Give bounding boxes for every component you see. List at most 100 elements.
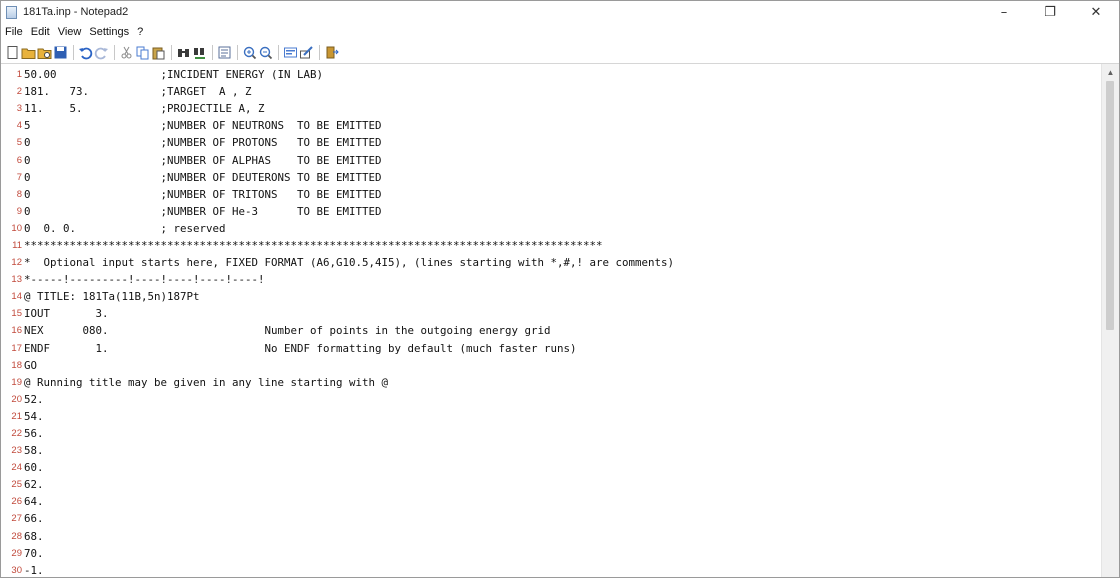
cut-icon[interactable] xyxy=(119,44,134,60)
window-title: 181Ta.inp - Notepad2 xyxy=(23,6,129,18)
editor-line[interactable]: 50 ;NUMBER OF PROTONS TO BE EMITTED xyxy=(1,134,1119,151)
paste-icon[interactable] xyxy=(151,44,166,60)
editor-line[interactable]: 70 ;NUMBER OF DEUTERONS TO BE EMITTED xyxy=(1,169,1119,186)
line-number: 1 xyxy=(16,69,22,81)
editor-line[interactable]: 13 *-----!---------!----!----!----!----! xyxy=(1,271,1119,288)
zoom-out-icon[interactable] xyxy=(258,44,273,60)
editor-line[interactable]: 28 68. xyxy=(1,528,1119,545)
zoom-in-icon[interactable] xyxy=(242,44,257,60)
editor-line[interactable]: 10 0 0. 0. ; reserved xyxy=(1,220,1119,237)
line-text: 181. 73. ;TARGET A , Z xyxy=(24,85,252,99)
editor-line[interactable]: 25 62. xyxy=(1,476,1119,493)
editor-line[interactable]: 16 NEX 080. Number of points in the outgo… xyxy=(1,322,1119,339)
editor-line[interactable]: 18 GO xyxy=(1,357,1119,374)
editor-line[interactable]: 29 70. xyxy=(1,545,1119,562)
scheme-icon[interactable] xyxy=(283,44,298,60)
line-number: 11 xyxy=(12,239,22,251)
line-number: 13 xyxy=(11,274,22,286)
editor-line[interactable]: 12 * Optional input starts here, FIXED FO… xyxy=(1,254,1119,271)
editor-line[interactable]: 17 ENDF 1. No ENDF formatting by default … xyxy=(1,340,1119,357)
line-number: 21 xyxy=(11,410,22,422)
minimize-button[interactable]: – xyxy=(981,1,1027,23)
editor-lines: 1 50.00 ;INCIDENT ENERGY (IN LAB) 2 181. 73… xyxy=(1,64,1119,577)
line-text: 64. xyxy=(24,495,44,509)
line-number: 19 xyxy=(11,376,22,388)
browse-icon[interactable] xyxy=(37,44,52,60)
editor-line[interactable]: 80 ;NUMBER OF TRITONS TO BE EMITTED xyxy=(1,186,1119,203)
editor-line[interactable]: 19 @ Running title may be given in any li… xyxy=(1,374,1119,391)
menu-view[interactable]: View xyxy=(58,26,82,38)
menu-edit[interactable]: Edit xyxy=(31,26,50,38)
line-text: @ Running title may be given in any line… xyxy=(24,375,389,389)
line-number: 30 xyxy=(11,564,22,576)
line-number: 18 xyxy=(11,359,22,371)
editor-line[interactable]: 2 181. 73. ;TARGET A , Z xyxy=(1,83,1119,100)
line-text: 54. xyxy=(24,409,44,423)
line-text: -1. xyxy=(24,563,44,577)
editor-line[interactable]: 20 52. xyxy=(1,391,1119,408)
copy-icon[interactable] xyxy=(135,44,150,60)
line-number: 16 xyxy=(11,325,22,337)
line-number: 23 xyxy=(11,445,22,457)
line-text: * Optional input starts here, FIXED FORM… xyxy=(24,256,675,270)
menu-help[interactable]: ? xyxy=(137,26,143,38)
editor-line[interactable]: 22 56. xyxy=(1,425,1119,442)
redo-icon[interactable] xyxy=(94,44,109,60)
scrollbar-thumb[interactable] xyxy=(1106,81,1114,330)
editor-line[interactable]: 45 ;NUMBER OF NEUTRONS TO BE EMITTED xyxy=(1,117,1119,134)
line-text: 62. xyxy=(24,478,44,492)
editor-line[interactable]: 27 66. xyxy=(1,510,1119,527)
word-wrap-icon[interactable] xyxy=(217,44,232,60)
menu-settings[interactable]: Settings xyxy=(89,26,129,38)
vertical-scrollbar[interactable]: ▲ xyxy=(1101,64,1119,577)
line-text: 56. xyxy=(24,427,44,441)
editor-line[interactable]: 60 ;NUMBER OF ALPHAS TO BE EMITTED xyxy=(1,151,1119,168)
editor-line[interactable]: 23 58. xyxy=(1,442,1119,459)
customize-scheme-icon[interactable] xyxy=(299,44,314,60)
line-number: 24 xyxy=(11,462,22,474)
editor-line[interactable]: 90 ;NUMBER OF He-3 TO BE EMITTED xyxy=(1,203,1119,220)
title-bar[interactable]: 181Ta.inp - Notepad2 – ❐ ✕ xyxy=(1,1,1119,23)
scroll-up-arrow-icon[interactable]: ▲ xyxy=(1102,64,1119,80)
line-text: @ TITLE: 181Ta(11B,5n)187Pt xyxy=(24,290,200,304)
line-text: ****************************************… xyxy=(24,238,603,252)
line-text: NEX 080. Number of points in the outgoin… xyxy=(24,324,551,338)
text-editor[interactable]: 1 50.00 ;INCIDENT ENERGY (IN LAB) 2 181. 73… xyxy=(1,64,1119,577)
maximize-button[interactable]: ❐ xyxy=(1027,1,1073,23)
replace-icon[interactable] xyxy=(192,44,207,60)
editor-line[interactable]: 11 **************************************… xyxy=(1,237,1119,254)
line-text: 66. xyxy=(24,512,44,526)
editor-line[interactable]: 26 64. xyxy=(1,493,1119,510)
line-number: 25 xyxy=(11,479,22,491)
find-icon[interactable] xyxy=(176,44,191,60)
exit-icon[interactable] xyxy=(324,44,339,60)
editor-line[interactable]: 14 @ TITLE: 181Ta(11B,5n)187Pt xyxy=(1,288,1119,305)
save-icon[interactable] xyxy=(53,44,68,60)
undo-icon[interactable] xyxy=(78,44,93,60)
menu-file[interactable]: File xyxy=(5,26,23,38)
line-number: 3 xyxy=(16,103,22,115)
line-text: 0 0. 0. ; reserved xyxy=(24,221,226,235)
notepad-app-icon xyxy=(6,5,17,19)
editor-line[interactable]: 3 11. 5. ;PROJECTILE A, Z xyxy=(1,100,1119,117)
open-folder-icon[interactable] xyxy=(21,44,36,60)
line-number: 9 xyxy=(16,205,22,217)
line-number: 4 xyxy=(16,120,22,132)
window-controls: – ❐ ✕ xyxy=(981,1,1119,23)
editor-line[interactable]: 30 -1. xyxy=(1,562,1119,577)
line-number: 29 xyxy=(11,547,22,559)
editor-line[interactable]: 24 60. xyxy=(1,459,1119,476)
line-text: 0 ;NUMBER OF ALPHAS TO BE EMITTED xyxy=(24,153,382,167)
line-number: 22 xyxy=(11,428,22,440)
line-text: 0 ;NUMBER OF He-3 TO BE EMITTED xyxy=(24,204,382,218)
line-text: 0 ;NUMBER OF DEUTERONS TO BE EMITTED xyxy=(24,170,382,184)
editor-line[interactable]: 1 50.00 ;INCIDENT ENERGY (IN LAB) xyxy=(1,66,1119,83)
editor-line[interactable]: 21 54. xyxy=(1,408,1119,425)
close-button[interactable]: ✕ xyxy=(1073,1,1119,23)
notepad2-window: 181Ta.inp - Notepad2 – ❐ ✕ File Edit Vie… xyxy=(0,0,1120,578)
line-text: 52. xyxy=(24,392,44,406)
menu-bar: File Edit View Settings ? xyxy=(1,23,1119,41)
toolbar-separator xyxy=(212,44,213,60)
editor-line[interactable]: 15 IOUT 3. xyxy=(1,305,1119,322)
new-file-icon[interactable] xyxy=(5,44,20,60)
